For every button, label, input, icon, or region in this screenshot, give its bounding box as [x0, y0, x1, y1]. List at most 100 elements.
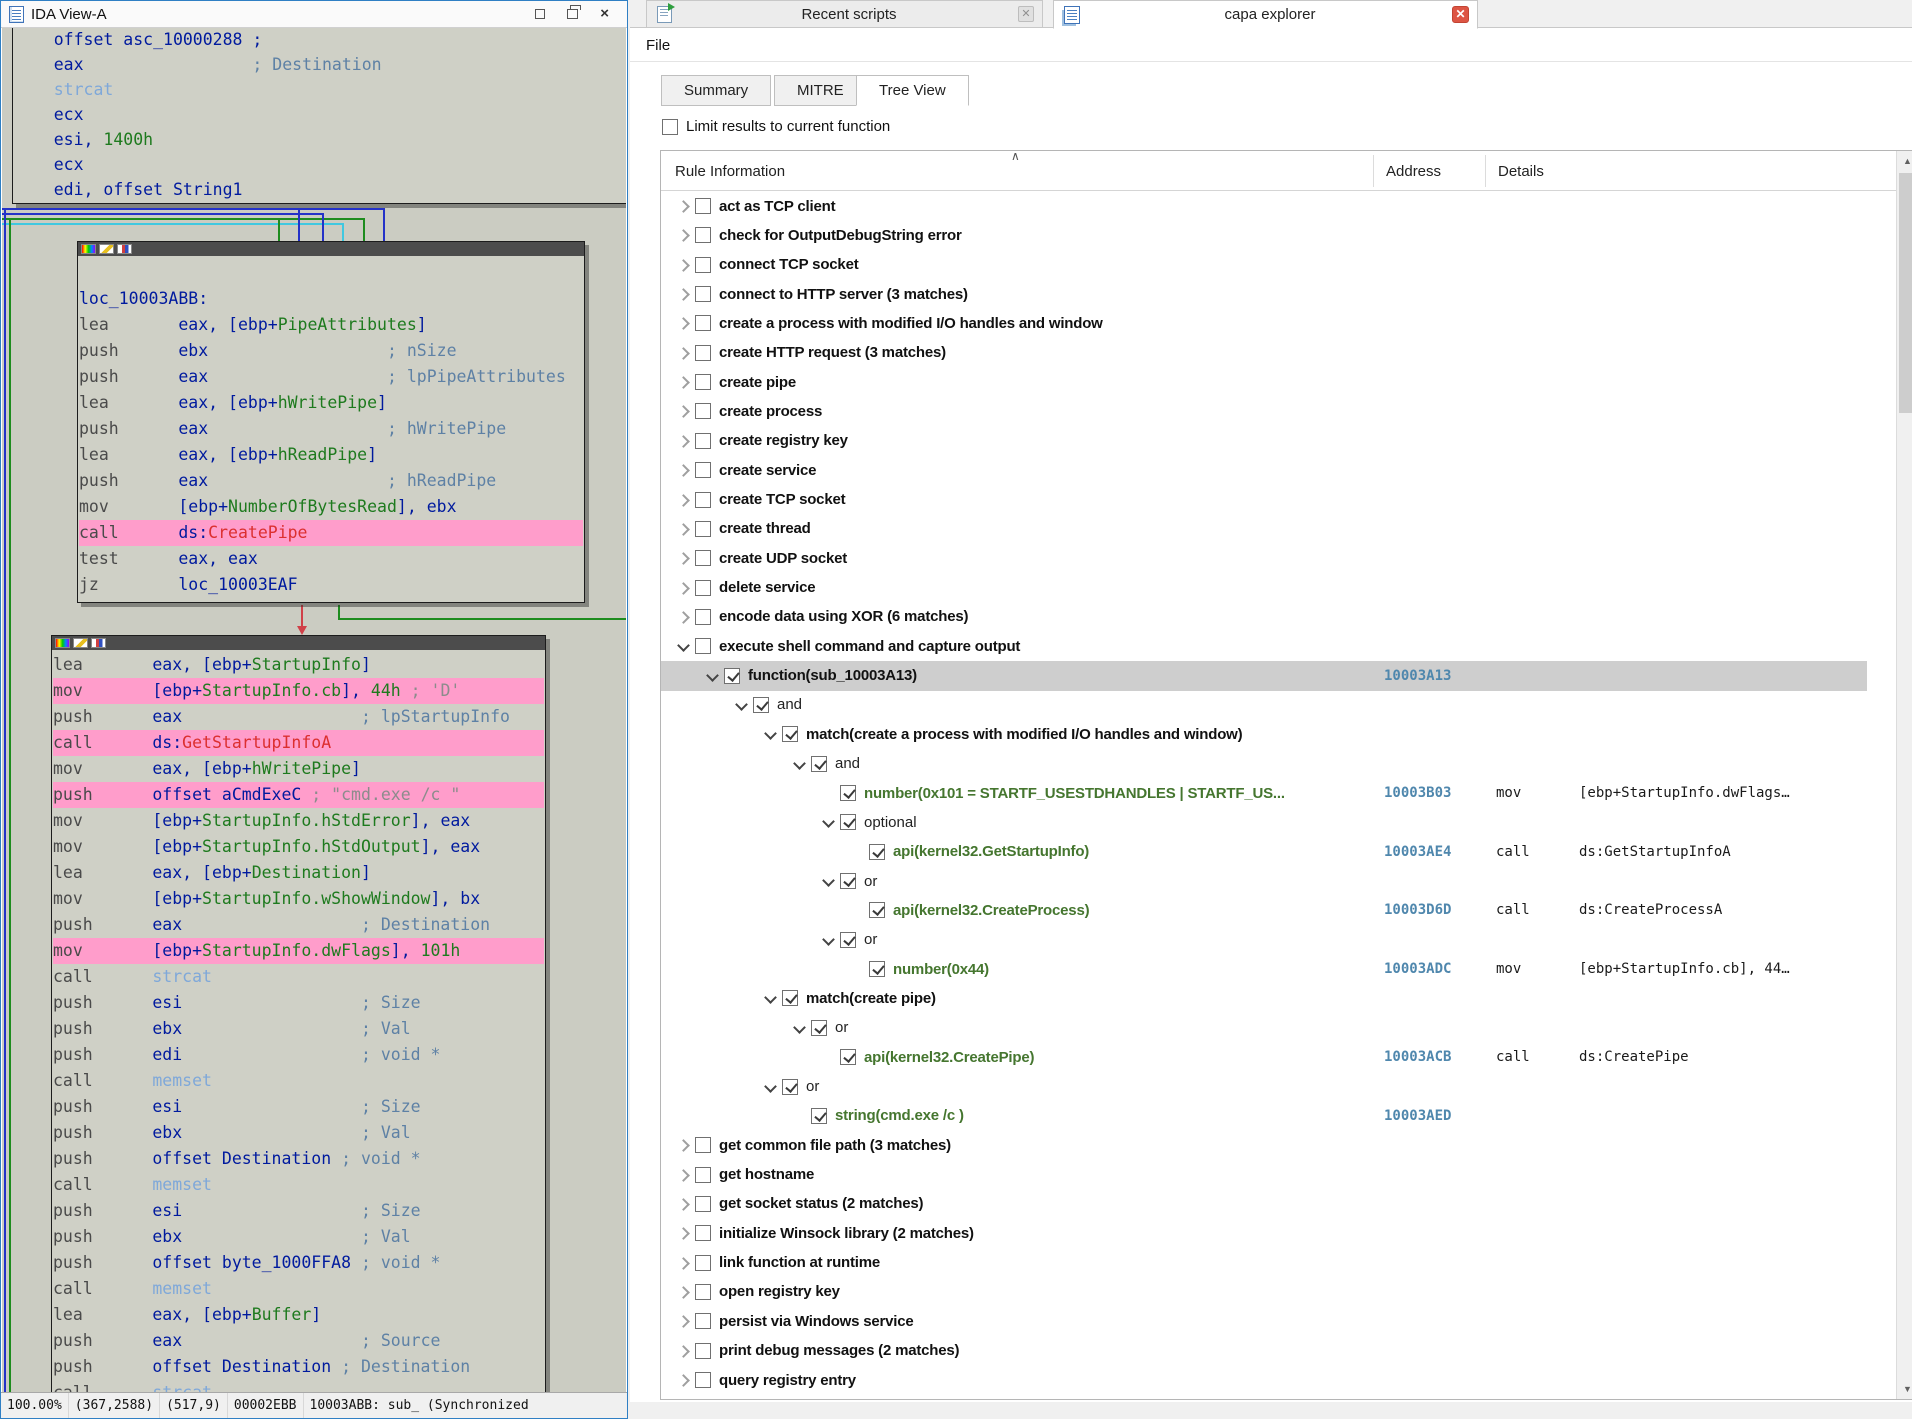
row-checkbox[interactable]	[753, 697, 769, 713]
tab-recent-scripts[interactable]: Recent scripts ✕	[646, 0, 1043, 28]
tab-summary[interactable]: Summary	[661, 75, 771, 106]
chevron-down-icon[interactable]	[673, 638, 695, 654]
rule-row[interactable]: get hostname	[661, 1160, 1867, 1190]
scroll-up-icon[interactable]: ▲	[1897, 151, 1912, 171]
row-checkbox[interactable]	[695, 198, 711, 214]
row-checkbox[interactable]	[811, 1020, 827, 1036]
chevron-right-icon[interactable]	[673, 1255, 695, 1271]
logic-row[interactable]: or	[661, 1072, 1867, 1102]
maximize-icon[interactable]	[535, 9, 545, 19]
palette-icon[interactable]	[55, 638, 70, 648]
graph-icon[interactable]	[91, 638, 106, 648]
chevron-right-icon[interactable]	[673, 315, 695, 331]
row-checkbox[interactable]	[695, 609, 711, 625]
logic-row[interactable]: or	[661, 1013, 1867, 1043]
row-checkbox[interactable]	[695, 1167, 711, 1183]
disasm-line[interactable]: push ebx ; Val	[53, 1016, 544, 1042]
disasm-line[interactable]: mov [ebp+StartupInfo.hStdOutput], eax	[53, 834, 544, 860]
row-checkbox[interactable]	[695, 1343, 711, 1359]
row-checkbox[interactable]	[695, 1255, 711, 1271]
disasm-line[interactable]: push eax ; Source	[53, 1328, 544, 1354]
row-checkbox[interactable]	[782, 726, 798, 742]
disasm-line[interactable]: offset asc_10000288 ;	[14, 28, 626, 53]
chevron-down-icon[interactable]	[760, 1079, 782, 1095]
logic-row[interactable]: and	[661, 749, 1867, 779]
rule-row[interactable]: delete service	[661, 573, 1867, 603]
disasm-line[interactable]: test eax, eax	[79, 546, 583, 572]
disasm-line-highlighted[interactable]: call ds:GetStartupInfoA	[53, 730, 544, 756]
disasm-line[interactable]: push eax ; lpPipeAttributes	[79, 364, 583, 390]
disasm-line[interactable]: lea eax, [ebp+StartupInfo]	[53, 652, 544, 678]
chevron-right-icon[interactable]	[673, 521, 695, 537]
chevron-down-icon[interactable]	[818, 814, 840, 830]
chevron-right-icon[interactable]	[673, 1313, 695, 1329]
row-checkbox[interactable]	[695, 345, 711, 361]
disasm-line[interactable]: jz loc_10003EAF	[79, 572, 583, 598]
row-checkbox[interactable]	[869, 961, 885, 977]
rule-row[interactable]: connect TCP socket	[661, 250, 1867, 280]
rule-row[interactable]: create service	[661, 455, 1867, 485]
rule-row[interactable]	[661, 1394, 1867, 1399]
disasm-line[interactable]: call memset	[53, 1068, 544, 1094]
disasm-line[interactable]: push ebx ; Val	[53, 1224, 544, 1250]
chevron-down-icon[interactable]	[818, 873, 840, 889]
disasm-line[interactable]: ecx	[14, 152, 626, 178]
disasm-line[interactable]: loc_10003ABB:	[79, 286, 583, 312]
disasm-line[interactable]: push offset Destination ; Destination	[53, 1354, 544, 1380]
chevron-right-icon[interactable]	[673, 580, 695, 596]
row-checkbox[interactable]	[695, 1284, 711, 1300]
rule-row[interactable]: print debug messages (2 matches)	[661, 1336, 1867, 1366]
row-checkbox[interactable]	[695, 403, 711, 419]
disasm-line-highlighted[interactable]: mov [ebp+StartupInfo.cb], 44h ; 'D'	[53, 678, 544, 704]
disasm-line[interactable]: esi, 1400h	[14, 127, 626, 153]
rule-row[interactable]: execute shell command and capture output	[661, 631, 1867, 661]
disasm-line[interactable]: push offset Destination ; void *	[53, 1146, 544, 1172]
chevron-right-icon[interactable]	[673, 257, 695, 273]
row-checkbox[interactable]	[695, 462, 711, 478]
rule-row[interactable]: create registry key	[661, 426, 1867, 456]
chevron-right-icon[interactable]	[673, 433, 695, 449]
disasm-line[interactable]: push ebx ; nSize	[79, 338, 583, 364]
disasm-line[interactable]: edi, offset String1	[14, 177, 626, 203]
chevron-right-icon[interactable]	[673, 227, 695, 243]
chevron-right-icon[interactable]	[673, 462, 695, 478]
row-checkbox[interactable]	[695, 638, 711, 654]
tab-mitre[interactable]: MITRE	[774, 75, 867, 106]
row-checkbox[interactable]	[695, 521, 711, 537]
chevron-down-icon[interactable]	[702, 668, 724, 684]
row-checkbox[interactable]	[840, 932, 856, 948]
disasm-line[interactable]: push offset byte_1000FFA8 ; void *	[53, 1250, 544, 1276]
rule-row[interactable]: create process	[661, 396, 1867, 426]
rule-row[interactable]: match(create a process with modified I/O…	[661, 719, 1867, 749]
rule-row[interactable]: encode data using XOR (6 matches)	[661, 602, 1867, 632]
chevron-right-icon[interactable]	[673, 1372, 695, 1388]
rule-row[interactable]: persist via Windows service	[661, 1306, 1867, 1336]
rule-row[interactable]: connect to HTTP server (3 matches)	[661, 279, 1867, 309]
edit-icon[interactable]	[99, 244, 114, 254]
disasm-line[interactable]: lea eax, [ebp+PipeAttributes]	[79, 312, 583, 338]
rule-row[interactable]: open registry key	[661, 1277, 1867, 1307]
feature-row[interactable]: api(kernel32.CreatePipe)10003ACBcallds:C…	[661, 1042, 1867, 1072]
disasm-line[interactable]: push esi ; Size	[53, 1094, 544, 1120]
chevron-right-icon[interactable]	[673, 345, 695, 361]
chevron-down-icon[interactable]	[818, 932, 840, 948]
ida-graph-view[interactable]: offset asc_10000288 ; eax ; Destination …	[2, 28, 626, 1393]
tab-capa-explorer[interactable]: capa explorer ✕	[1053, 0, 1478, 29]
disasm-line[interactable]: lea eax, [ebp+Buffer]	[53, 1302, 544, 1328]
rule-row[interactable]: create thread	[661, 514, 1867, 544]
disasm-line[interactable]: push ebx ; Val	[53, 1120, 544, 1146]
chevron-right-icon[interactable]	[673, 286, 695, 302]
row-checkbox[interactable]	[695, 315, 711, 331]
edit-icon[interactable]	[73, 638, 88, 648]
logic-row[interactable]: optional	[661, 807, 1867, 837]
row-checkbox[interactable]	[695, 1313, 711, 1329]
rule-row[interactable]: create TCP socket	[661, 485, 1867, 515]
row-checkbox[interactable]	[695, 492, 711, 508]
rule-row[interactable]: link function at runtime	[661, 1248, 1867, 1278]
disasm-line[interactable]: lea eax, [ebp+hWritePipe]	[79, 390, 583, 416]
rule-row[interactable]: initialize Winsock library (2 matches)	[661, 1218, 1867, 1248]
disasm-line[interactable]: call memset	[53, 1172, 544, 1198]
disasm-line[interactable]: mov [ebp+NumberOfBytesRead], ebx	[79, 494, 583, 520]
rule-row[interactable]: create pipe	[661, 367, 1867, 397]
rule-row[interactable]: match(create pipe)	[661, 983, 1867, 1013]
